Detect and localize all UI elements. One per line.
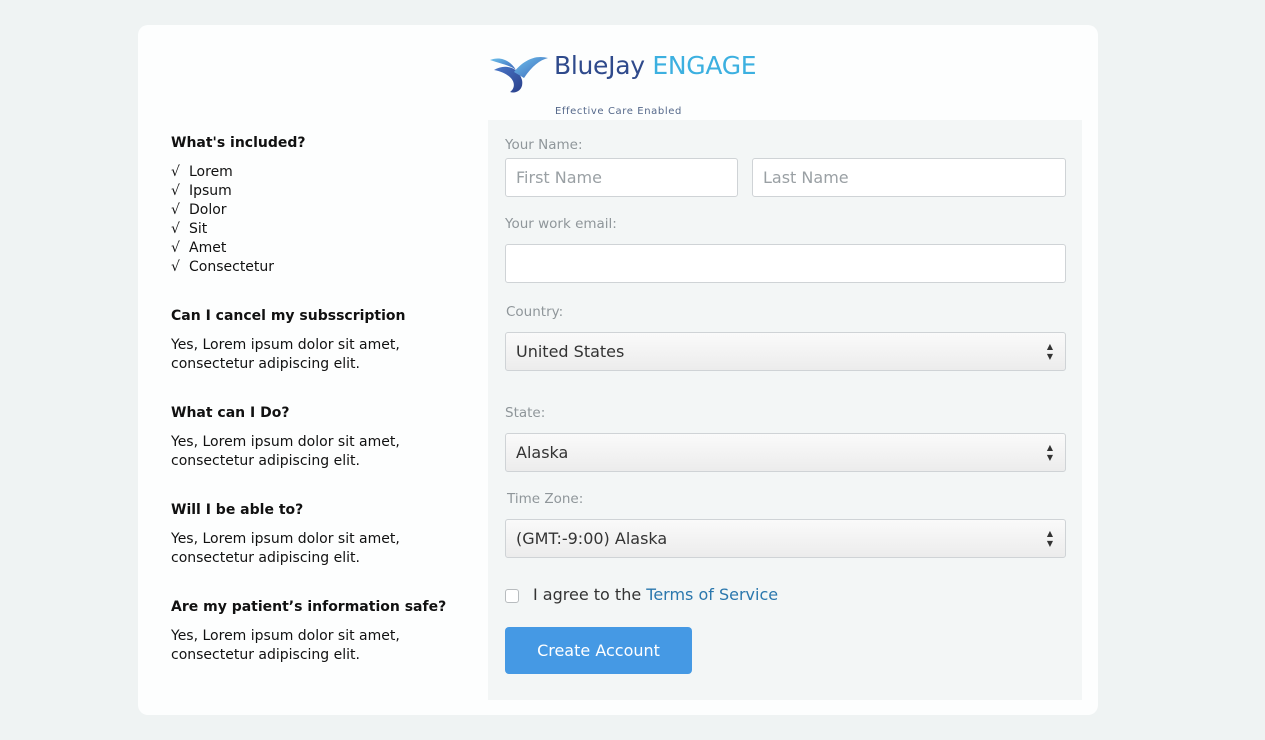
email-field[interactable]	[505, 244, 1066, 283]
check-icon: √	[171, 240, 180, 256]
first-name-input[interactable]: First Name	[505, 158, 738, 197]
faq-answer: Yes, Lorem ipsum dolor sit amet, consecte…	[171, 628, 400, 663]
bird-logo-icon	[490, 56, 548, 93]
included-list: √ Lorem √ Ipsum √ Dolor √ Sit √ Amet √ Consect…	[171, 163, 274, 277]
check-icon: √	[171, 202, 180, 218]
check-icon: √	[171, 164, 180, 180]
faq-question: What can I Do?	[171, 405, 290, 421]
country-label: Country:	[506, 304, 564, 320]
last-name-input[interactable]: Last Name	[752, 158, 1066, 197]
country-select[interactable]: United States ▲ ▼	[505, 332, 1066, 371]
signup-card: BlueJay ENGAGE Effective Care Enabled Wh…	[138, 25, 1098, 715]
list-item: √ Sit	[171, 221, 208, 237]
included-heading: What's included?	[171, 135, 306, 151]
logo-tagline: Effective Care Enabled	[555, 106, 682, 117]
faq-answer: Yes, Lorem ipsum dolor sit amet, consecte…	[171, 531, 400, 566]
faq-answer: Yes, Lorem ipsum dolor sit amet, consecte…	[171, 434, 400, 469]
country-value: United States	[516, 342, 625, 361]
faq-question: Will I be able to?	[171, 502, 304, 518]
faq-question: Are my patient’s information safe?	[171, 599, 447, 615]
faq-answer: Yes, Lorem ipsum dolor sit amet, consecte…	[171, 337, 400, 372]
logo-name-engage: ENGAGE	[652, 51, 757, 80]
timezone-select[interactable]: (GMT:-9:00) Alaska ▲ ▼	[505, 519, 1066, 558]
select-arrows-icon: ▲ ▼	[1046, 342, 1054, 361]
terms-checkbox[interactable]	[505, 589, 519, 603]
email-label: Your work email:	[505, 216, 617, 232]
list-item: √ Lorem	[171, 164, 233, 180]
select-arrows-icon: ▲ ▼	[1046, 443, 1054, 462]
list-item: √ Amet	[171, 240, 227, 256]
state-label: State:	[505, 405, 546, 421]
logo-name-bluejay: BlueJay	[554, 51, 645, 80]
create-account-button[interactable]: Create Account	[505, 627, 692, 674]
check-icon: √	[171, 221, 180, 237]
list-item: √ Dolor	[171, 202, 227, 218]
select-arrows-icon: ▲ ▼	[1046, 529, 1054, 548]
terms-agreement: I agree to the Terms of Service	[533, 585, 778, 604]
logo-wordmark: BlueJay ENGAGE	[554, 51, 757, 80]
agree-text: I agree to the	[533, 585, 647, 604]
timezone-label: Time Zone:	[507, 491, 584, 507]
list-item: √ Ipsum	[171, 183, 232, 199]
check-icon: √	[171, 183, 180, 199]
state-value: Alaska	[516, 443, 569, 462]
terms-of-service-link[interactable]: Terms of Service	[646, 585, 778, 604]
timezone-value: (GMT:-9:00) Alaska	[516, 529, 668, 548]
state-select[interactable]: Alaska ▲ ▼	[505, 433, 1066, 472]
signup-form: Your Name: First Name Last Name Your wor…	[488, 120, 1082, 700]
bluejay-engage-logo: BlueJay ENGAGE Effective Care Enabled	[488, 50, 757, 117]
name-label: Your Name:	[505, 137, 583, 153]
faq-question: Can I cancel my subsscription	[171, 308, 406, 324]
list-item: √ Consectetur	[171, 259, 275, 275]
check-icon: √	[171, 259, 180, 275]
